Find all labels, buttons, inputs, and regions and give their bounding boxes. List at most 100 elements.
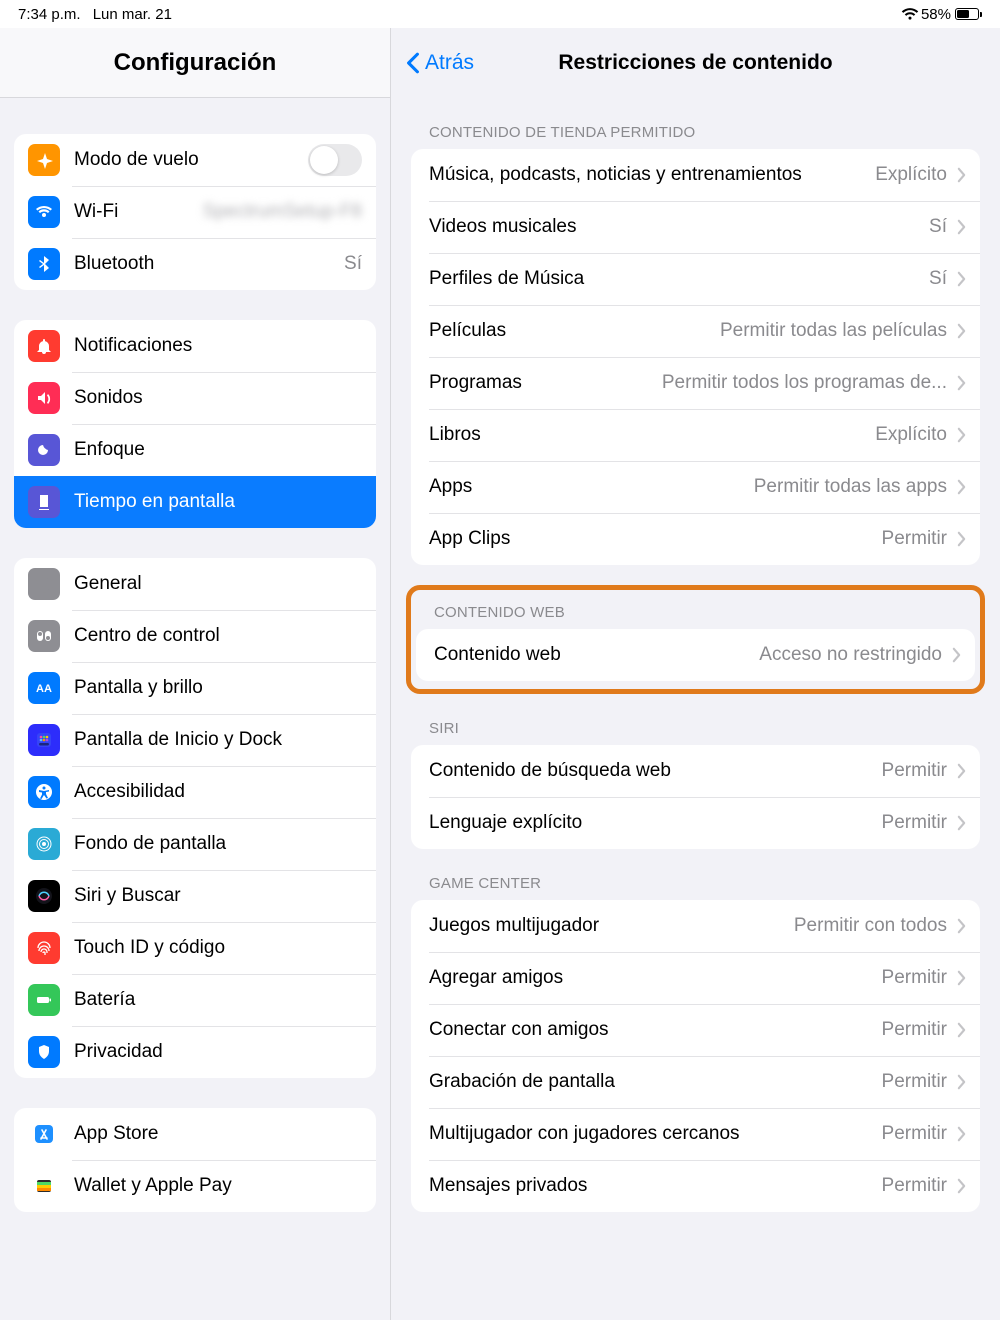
detail-row-value: Permitir todos los programas de...	[532, 372, 947, 394]
detail-row-value: Permitir	[681, 760, 947, 782]
home-icon	[28, 724, 60, 756]
bat-icon	[28, 984, 60, 1016]
detail-row-label: Contenido de búsqueda web	[429, 760, 671, 782]
sidebar-title: Configuración	[0, 28, 390, 98]
detail-row[interactable]: Contenido de búsqueda web Permitir	[411, 745, 980, 797]
detail-row[interactable]: Grabación de pantallaPermitir	[411, 1056, 980, 1108]
sidebar-scroll: Modo de vueloWi-FiSpectrumSetup-F8Blueto…	[0, 98, 390, 1320]
status-date: Lun mar. 21	[93, 6, 172, 23]
detail-row[interactable]: Perfiles de Música Sí	[411, 253, 980, 305]
detail-row-label: Perfiles de Música	[429, 268, 584, 290]
detail-row[interactable]: Música, podcasts, noticias y entrenamien…	[411, 149, 980, 201]
sidebar-item-wallet[interactable]: Wallet y Apple Pay	[14, 1160, 376, 1212]
sidebar-item-label: Centro de control	[74, 625, 362, 647]
chevron-right-icon	[952, 647, 961, 663]
detail-pane: Atrás Restricciones de contenido CONTENI…	[390, 28, 1000, 1320]
section-group-web: Contenido webAcceso no restringido	[416, 629, 975, 681]
priv-icon	[28, 1036, 60, 1068]
detail-row[interactable]: Juegos multijugador Permitir con todos	[411, 900, 980, 952]
device-frame: 7:34 p.m. Lun mar. 21 58% Configuración …	[0, 0, 1000, 1320]
chevron-right-icon	[957, 763, 966, 779]
airplane-icon	[28, 144, 60, 176]
detail-row[interactable]: Videos musicalesSí	[411, 201, 980, 253]
detail-row-value: Permitir con todos	[609, 915, 947, 937]
sidebar-item-bat[interactable]: Batería	[14, 974, 376, 1026]
sidebar-item-label: Batería	[74, 989, 362, 1011]
sidebar-item-label: Enfoque	[74, 439, 362, 461]
sidebar-item-bt[interactable]: BluetoothSí	[14, 238, 376, 290]
sidebar-item-gen[interactable]: General	[14, 558, 376, 610]
detail-row-value: Permitir	[619, 1019, 947, 1041]
detail-row[interactable]: Películas Permitir todas las películas	[411, 305, 980, 357]
sidebar-item-priv[interactable]: Privacidad	[14, 1026, 376, 1078]
sidebar-item-label: Touch ID y código	[74, 937, 362, 959]
back-button[interactable]: Atrás	[405, 28, 474, 98]
sidebar-item-label: Notificaciones	[74, 335, 362, 357]
toggle-off[interactable]	[308, 144, 362, 176]
sidebar-item-sound[interactable]: Sonidos	[14, 372, 376, 424]
detail-row[interactable]: Multijugador con jugadores cercanosPermi…	[411, 1108, 980, 1160]
sidebar-group-store: App Store Wallet y Apple Pay	[14, 1108, 376, 1212]
sidebar-item-airplane[interactable]: Modo de vuelo	[14, 134, 376, 186]
sidebar-item-value: Sí	[344, 253, 362, 275]
detail-row-value: Sí	[594, 268, 947, 290]
detail-row-label: Programas	[429, 372, 522, 394]
sidebar-item-wifi[interactable]: Wi-FiSpectrumSetup-F8	[14, 186, 376, 238]
sidebar-item-focus[interactable]: Enfoque	[14, 424, 376, 476]
chevron-right-icon	[957, 427, 966, 443]
sidebar-item-touchid[interactable]: Touch ID y código	[14, 922, 376, 974]
chevron-right-icon	[957, 271, 966, 287]
sidebar-item-appstore[interactable]: App Store	[14, 1108, 376, 1160]
chevron-right-icon	[957, 970, 966, 986]
wifi-icon	[901, 7, 919, 21]
detail-row-value: Permitir	[597, 1175, 947, 1197]
sidebar-item-wall[interactable]: Fondo de pantalla	[14, 818, 376, 870]
sidebar-group-general: General Centro de control AAPantalla y bri…	[14, 558, 376, 1078]
sidebar-item-label: Wallet y Apple Pay	[74, 1175, 362, 1197]
detail-row[interactable]: App ClipsPermitir	[411, 513, 980, 565]
sidebar-group-notif: Notificaciones Sonidos Enfoque Tiempo en pa…	[14, 320, 376, 528]
notif-icon	[28, 330, 60, 362]
detail-row-value: Permitir	[520, 528, 947, 550]
sidebar-item-label: Privacidad	[74, 1041, 362, 1063]
detail-row[interactable]: Lenguaje explícitoPermitir	[411, 797, 980, 849]
detail-row-label: Agregar amigos	[429, 967, 563, 989]
detail-row-label: Juegos multijugador	[429, 915, 599, 937]
detail-row-label: Lenguaje explícito	[429, 812, 582, 834]
svg-text:AA: AA	[36, 683, 52, 695]
detail-row[interactable]: LibrosExplícito	[411, 409, 980, 461]
detail-row-value: Permitir todas las películas	[516, 320, 947, 342]
section-group-siri: Contenido de búsqueda web Permitir Lenguaj…	[411, 745, 980, 849]
battery-icon	[953, 8, 982, 20]
chevron-right-icon	[957, 1126, 966, 1142]
touchid-icon	[28, 932, 60, 964]
sidebar-item-label: Sonidos	[74, 387, 362, 409]
detail-row-label: Música, podcasts, noticias y entrenamien…	[429, 164, 802, 186]
back-label: Atrás	[425, 51, 474, 75]
wall-icon	[28, 828, 60, 860]
sidebar-item-label: Pantalla de Inicio y Dock	[74, 729, 362, 751]
chevron-right-icon	[957, 1178, 966, 1194]
focus-icon	[28, 434, 60, 466]
detail-row-value: Explícito	[491, 424, 947, 446]
detail-row[interactable]: Agregar amigosPermitir	[411, 952, 980, 1004]
sidebar-item-cc[interactable]: Centro de control	[14, 610, 376, 662]
sidebar-item-home[interactable]: Pantalla de Inicio y Dock	[14, 714, 376, 766]
wallet-icon	[28, 1170, 60, 1202]
detail-row-label: Películas	[429, 320, 506, 342]
detail-row-value: Permitir	[750, 1123, 947, 1145]
sidebar-item-siri[interactable]: Siri y Buscar	[14, 870, 376, 922]
bt-icon	[28, 248, 60, 280]
sidebar-item-acc[interactable]: Accesibilidad	[14, 766, 376, 818]
detail-row[interactable]: AppsPermitir todas las apps	[411, 461, 980, 513]
sidebar-item-display[interactable]: AAPantalla y brillo	[14, 662, 376, 714]
detail-row-label: Apps	[429, 476, 472, 498]
detail-row[interactable]: Contenido webAcceso no restringido	[416, 629, 975, 681]
section-header-siri: SIRI	[429, 720, 980, 737]
detail-row[interactable]: Programas Permitir todos los programas de…	[411, 357, 980, 409]
detail-row[interactable]: Conectar con amigosPermitir	[411, 1004, 980, 1056]
detail-row[interactable]: Mensajes privadosPermitir	[411, 1160, 980, 1212]
sidebar-item-label: Tiempo en pantalla	[74, 491, 362, 513]
sidebar-item-screentime[interactable]: Tiempo en pantalla	[14, 476, 376, 528]
sidebar-item-notif[interactable]: Notificaciones	[14, 320, 376, 372]
